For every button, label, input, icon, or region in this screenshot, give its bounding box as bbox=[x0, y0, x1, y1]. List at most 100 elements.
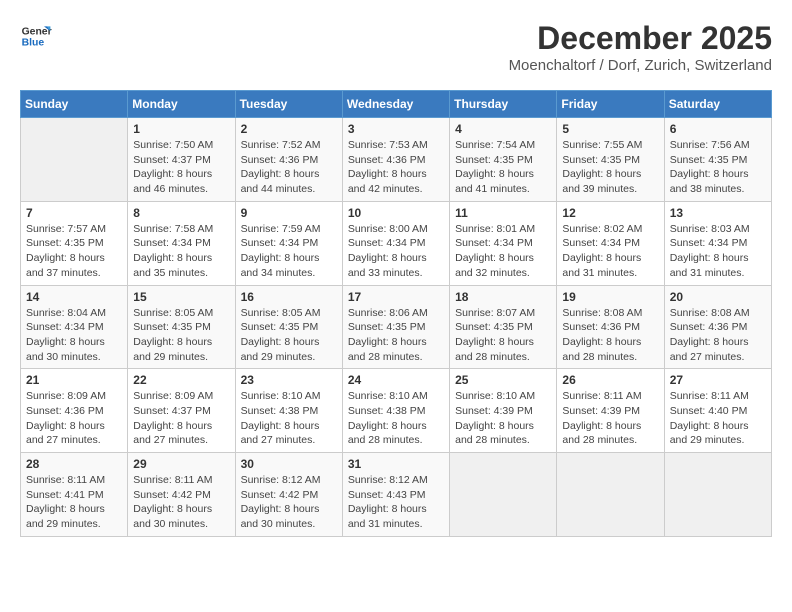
calendar-cell: 5 Sunrise: 7:55 AM Sunset: 4:35 PM Daylig… bbox=[557, 118, 664, 202]
calendar-cell bbox=[664, 453, 771, 537]
day-info: Sunrise: 8:02 AM Sunset: 4:34 PM Dayligh… bbox=[562, 222, 658, 281]
day-number: 22 bbox=[133, 373, 229, 387]
day-number: 15 bbox=[133, 290, 229, 304]
calendar-header: SundayMondayTuesdayWednesdayThursdayFrid… bbox=[21, 91, 772, 118]
calendar-cell: 22 Sunrise: 8:09 AM Sunset: 4:37 PM Dayli… bbox=[128, 369, 235, 453]
calendar-week-row: 14 Sunrise: 8:04 AM Sunset: 4:34 PM Dayli… bbox=[21, 285, 772, 369]
day-info: Sunrise: 8:00 AM Sunset: 4:34 PM Dayligh… bbox=[348, 222, 444, 281]
day-info: Sunrise: 7:53 AM Sunset: 4:36 PM Dayligh… bbox=[348, 138, 444, 197]
day-info: Sunrise: 7:59 AM Sunset: 4:34 PM Dayligh… bbox=[241, 222, 337, 281]
calendar-week-row: 1 Sunrise: 7:50 AM Sunset: 4:37 PM Daylig… bbox=[21, 118, 772, 202]
day-number: 8 bbox=[133, 206, 229, 220]
day-info: Sunrise: 7:54 AM Sunset: 4:35 PM Dayligh… bbox=[455, 138, 551, 197]
day-number: 3 bbox=[348, 122, 444, 136]
calendar-table: SundayMondayTuesdayWednesdayThursdayFrid… bbox=[20, 90, 772, 537]
day-number: 29 bbox=[133, 457, 229, 471]
calendar-cell: 29 Sunrise: 8:11 AM Sunset: 4:42 PM Dayli… bbox=[128, 453, 235, 537]
day-number: 1 bbox=[133, 122, 229, 136]
day-number: 11 bbox=[455, 206, 551, 220]
weekday-header-monday: Monday bbox=[128, 91, 235, 118]
weekday-header-friday: Friday bbox=[557, 91, 664, 118]
day-number: 24 bbox=[348, 373, 444, 387]
day-info: Sunrise: 8:05 AM Sunset: 4:35 PM Dayligh… bbox=[241, 306, 337, 365]
calendar-cell: 10 Sunrise: 8:00 AM Sunset: 4:34 PM Dayli… bbox=[342, 201, 449, 285]
day-info: Sunrise: 8:11 AM Sunset: 4:42 PM Dayligh… bbox=[133, 473, 229, 532]
title-section: December 2025 Moenchaltorf / Dorf, Zuric… bbox=[509, 20, 772, 74]
calendar-cell: 4Sunrise: 7:54 AM Sunset: 4:35 PM Daylig… bbox=[450, 118, 557, 202]
weekday-header-sunday: Sunday bbox=[21, 91, 128, 118]
day-number: 30 bbox=[241, 457, 337, 471]
day-number: 27 bbox=[670, 373, 766, 387]
calendar-cell: 11 Sunrise: 8:01 AM Sunset: 4:34 PM Dayli… bbox=[450, 201, 557, 285]
day-info: Sunrise: 7:56 AM Sunset: 4:35 PM Dayligh… bbox=[670, 138, 766, 197]
day-info: Sunrise: 8:12 AM Sunset: 4:42 PM Dayligh… bbox=[241, 473, 337, 532]
weekday-header-row: SundayMondayTuesdayWednesdayThursdayFrid… bbox=[21, 91, 772, 118]
calendar-cell: 21Sunrise: 8:09 AM Sunset: 4:36 PM Dayli… bbox=[21, 369, 128, 453]
day-info: Sunrise: 8:08 AM Sunset: 4:36 PM Dayligh… bbox=[670, 306, 766, 365]
day-number: 12 bbox=[562, 206, 658, 220]
day-number: 7 bbox=[26, 206, 122, 220]
day-info: Sunrise: 8:04 AM Sunset: 4:34 PM Dayligh… bbox=[26, 306, 122, 365]
day-number: 5 bbox=[562, 122, 658, 136]
page-header: General Blue December 2025 Moenchaltorf … bbox=[20, 20, 772, 74]
day-number: 20 bbox=[670, 290, 766, 304]
day-info: Sunrise: 8:05 AM Sunset: 4:35 PM Dayligh… bbox=[133, 306, 229, 365]
calendar-cell: 12 Sunrise: 8:02 AM Sunset: 4:34 PM Dayli… bbox=[557, 201, 664, 285]
calendar-week-row: 28Sunrise: 8:11 AM Sunset: 4:41 PM Dayli… bbox=[21, 453, 772, 537]
calendar-cell bbox=[21, 118, 128, 202]
day-info: Sunrise: 8:12 AM Sunset: 4:43 PM Dayligh… bbox=[348, 473, 444, 532]
weekday-header-thursday: Thursday bbox=[450, 91, 557, 118]
calendar-week-row: 7 Sunrise: 7:57 AM Sunset: 4:35 PM Daylig… bbox=[21, 201, 772, 285]
calendar-cell: 6 Sunrise: 7:56 AM Sunset: 4:35 PM Daylig… bbox=[664, 118, 771, 202]
calendar-cell: 31Sunrise: 8:12 AM Sunset: 4:43 PM Dayli… bbox=[342, 453, 449, 537]
day-info: Sunrise: 7:57 AM Sunset: 4:35 PM Dayligh… bbox=[26, 222, 122, 281]
calendar-body: 1 Sunrise: 7:50 AM Sunset: 4:37 PM Daylig… bbox=[21, 118, 772, 537]
day-info: Sunrise: 8:03 AM Sunset: 4:34 PM Dayligh… bbox=[670, 222, 766, 281]
weekday-header-wednesday: Wednesday bbox=[342, 91, 449, 118]
day-number: 23 bbox=[241, 373, 337, 387]
day-info: Sunrise: 8:11 AM Sunset: 4:41 PM Dayligh… bbox=[26, 473, 122, 532]
day-info: Sunrise: 8:01 AM Sunset: 4:34 PM Dayligh… bbox=[455, 222, 551, 281]
day-number: 19 bbox=[562, 290, 658, 304]
calendar-week-row: 21Sunrise: 8:09 AM Sunset: 4:36 PM Dayli… bbox=[21, 369, 772, 453]
calendar-cell: 9 Sunrise: 7:59 AM Sunset: 4:34 PM Daylig… bbox=[235, 201, 342, 285]
calendar-cell: 19 Sunrise: 8:08 AM Sunset: 4:36 PM Dayli… bbox=[557, 285, 664, 369]
calendar-cell: 3 Sunrise: 7:53 AM Sunset: 4:36 PM Daylig… bbox=[342, 118, 449, 202]
day-number: 14 bbox=[26, 290, 122, 304]
day-number: 25 bbox=[455, 373, 551, 387]
day-info: Sunrise: 7:52 AM Sunset: 4:36 PM Dayligh… bbox=[241, 138, 337, 197]
day-info: Sunrise: 7:55 AM Sunset: 4:35 PM Dayligh… bbox=[562, 138, 658, 197]
logo: General Blue bbox=[20, 20, 52, 52]
day-number: 17 bbox=[348, 290, 444, 304]
calendar-cell: 27 Sunrise: 8:11 AM Sunset: 4:40 PM Dayli… bbox=[664, 369, 771, 453]
weekday-header-tuesday: Tuesday bbox=[235, 91, 342, 118]
day-number: 16 bbox=[241, 290, 337, 304]
calendar-cell: 15 Sunrise: 8:05 AM Sunset: 4:35 PM Dayli… bbox=[128, 285, 235, 369]
day-info: Sunrise: 8:10 AM Sunset: 4:38 PM Dayligh… bbox=[348, 389, 444, 448]
day-info: Sunrise: 7:50 AM Sunset: 4:37 PM Dayligh… bbox=[133, 138, 229, 197]
day-number: 13 bbox=[670, 206, 766, 220]
day-info: Sunrise: 7:58 AM Sunset: 4:34 PM Dayligh… bbox=[133, 222, 229, 281]
day-info: Sunrise: 8:06 AM Sunset: 4:35 PM Dayligh… bbox=[348, 306, 444, 365]
day-info: Sunrise: 8:11 AM Sunset: 4:39 PM Dayligh… bbox=[562, 389, 658, 448]
day-info: Sunrise: 8:11 AM Sunset: 4:40 PM Dayligh… bbox=[670, 389, 766, 448]
day-info: Sunrise: 8:09 AM Sunset: 4:37 PM Dayligh… bbox=[133, 389, 229, 448]
calendar-cell: 1 Sunrise: 7:50 AM Sunset: 4:37 PM Daylig… bbox=[128, 118, 235, 202]
calendar-cell: 8 Sunrise: 7:58 AM Sunset: 4:34 PM Daylig… bbox=[128, 201, 235, 285]
calendar-cell: 30 Sunrise: 8:12 AM Sunset: 4:42 PM Dayli… bbox=[235, 453, 342, 537]
calendar-cell: 18Sunrise: 8:07 AM Sunset: 4:35 PM Dayli… bbox=[450, 285, 557, 369]
calendar-cell: 24 Sunrise: 8:10 AM Sunset: 4:38 PM Dayli… bbox=[342, 369, 449, 453]
logo-icon: General Blue bbox=[20, 20, 52, 52]
calendar-cell: 16 Sunrise: 8:05 AM Sunset: 4:35 PM Dayli… bbox=[235, 285, 342, 369]
day-number: 9 bbox=[241, 206, 337, 220]
day-number: 10 bbox=[348, 206, 444, 220]
day-number: 6 bbox=[670, 122, 766, 136]
calendar-cell: 14 Sunrise: 8:04 AM Sunset: 4:34 PM Dayli… bbox=[21, 285, 128, 369]
calendar-cell: 17 Sunrise: 8:06 AM Sunset: 4:35 PM Dayli… bbox=[342, 285, 449, 369]
day-number: 26 bbox=[562, 373, 658, 387]
day-info: Sunrise: 8:08 AM Sunset: 4:36 PM Dayligh… bbox=[562, 306, 658, 365]
day-number: 18 bbox=[455, 290, 551, 304]
day-info: Sunrise: 8:10 AM Sunset: 4:39 PM Dayligh… bbox=[455, 389, 551, 448]
month-year-title: December 2025 bbox=[509, 20, 772, 57]
calendar-cell: 7 Sunrise: 7:57 AM Sunset: 4:35 PM Daylig… bbox=[21, 201, 128, 285]
